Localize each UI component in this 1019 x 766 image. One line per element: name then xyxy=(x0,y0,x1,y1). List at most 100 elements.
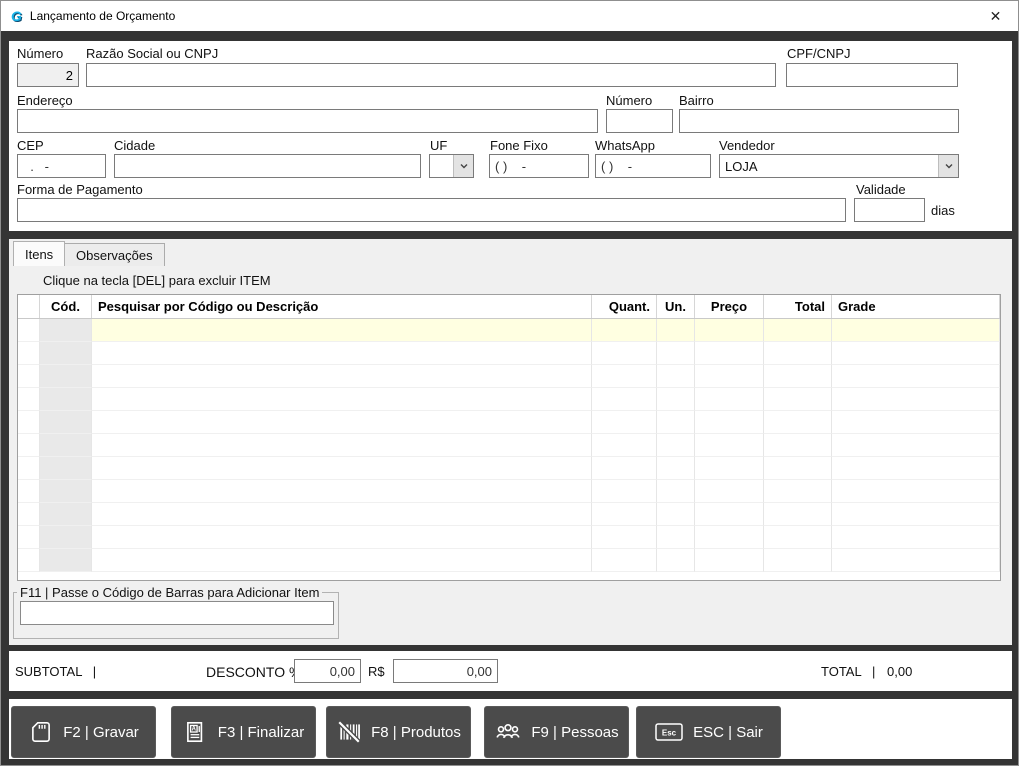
table-row[interactable] xyxy=(18,434,1000,457)
table-cell xyxy=(832,526,1000,549)
gravar-button[interactable]: F2 | Gravar xyxy=(11,706,156,758)
tab-observacoes[interactable]: Observações xyxy=(64,243,165,266)
title-bar: G Lançamento de Orçamento ✕ xyxy=(1,1,1018,31)
table-row[interactable] xyxy=(18,365,1000,388)
table-cell xyxy=(832,411,1000,434)
whatsapp-field[interactable] xyxy=(595,154,711,178)
table-row[interactable] xyxy=(18,526,1000,549)
desconto-percent-field[interactable] xyxy=(294,659,361,683)
table-cell xyxy=(695,526,764,549)
table-cell xyxy=(695,480,764,503)
table-cell xyxy=(657,411,695,434)
items-table[interactable]: Cód. Pesquisar por Código ou Descrição Q… xyxy=(17,294,1001,581)
table-cell xyxy=(92,457,592,480)
chevron-down-icon[interactable] xyxy=(938,155,958,177)
save-icon xyxy=(32,721,51,743)
table-cell xyxy=(592,434,657,457)
row-indicator-cell xyxy=(18,480,40,503)
table-cell xyxy=(657,549,695,572)
table-cell xyxy=(764,549,832,572)
app-logo-icon: G xyxy=(11,8,22,24)
total-value: 0,00 xyxy=(887,664,913,679)
svg-text:Esc: Esc xyxy=(662,729,677,738)
table-cell xyxy=(40,365,92,388)
table-cell xyxy=(764,503,832,526)
vendedor-label: Vendedor xyxy=(719,138,775,153)
uf-select[interactable] xyxy=(429,154,474,178)
pessoas-button[interactable]: F9 | Pessoas xyxy=(484,706,629,758)
table-cell xyxy=(832,549,1000,572)
table-cell xyxy=(764,319,832,342)
tab-itens[interactable]: Itens xyxy=(13,241,66,266)
fone-fixo-field[interactable] xyxy=(489,154,589,178)
row-indicator-cell xyxy=(18,549,40,572)
row-indicator-cell xyxy=(18,365,40,388)
table-cell xyxy=(695,342,764,365)
table-cell xyxy=(40,388,92,411)
table-cell xyxy=(657,503,695,526)
header-quant: Quant. xyxy=(592,295,657,318)
table-row[interactable] xyxy=(18,342,1000,365)
cep-field[interactable] xyxy=(17,154,106,178)
table-cell xyxy=(92,503,592,526)
table-cell xyxy=(657,388,695,411)
actions-panel: F2 | Gravar A F3 | Finalizar F8 | Produt… xyxy=(9,699,1012,759)
table-cell xyxy=(695,411,764,434)
table-cell xyxy=(764,480,832,503)
esc-key-icon: Esc xyxy=(655,723,683,741)
table-cell xyxy=(764,342,832,365)
table-cell xyxy=(92,319,592,342)
table-row[interactable] xyxy=(18,480,1000,503)
order-header-panel: Número Razão Social ou CNPJ CPF/CNPJ End… xyxy=(9,41,1012,231)
table-row[interactable] xyxy=(18,457,1000,480)
table-cell xyxy=(695,319,764,342)
table-row[interactable] xyxy=(18,503,1000,526)
table-cell xyxy=(92,549,592,572)
cpf-cnpj-field[interactable] xyxy=(786,63,958,87)
finalize-document-icon: A xyxy=(186,721,203,743)
chevron-down-icon[interactable] xyxy=(453,155,473,177)
table-cell xyxy=(657,365,695,388)
table-cell xyxy=(764,434,832,457)
items-table-header: Cód. Pesquisar por Código ou Descrição Q… xyxy=(18,295,1000,319)
validade-field[interactable] xyxy=(854,198,925,222)
sair-button[interactable]: Esc ESC | Sair xyxy=(636,706,781,758)
table-cell xyxy=(695,457,764,480)
table-cell xyxy=(695,434,764,457)
fone-fixo-label: Fone Fixo xyxy=(490,138,548,153)
numero-field[interactable] xyxy=(17,63,79,87)
table-cell xyxy=(592,388,657,411)
numero-endereco-field[interactable] xyxy=(606,109,673,133)
bairro-field[interactable] xyxy=(679,109,959,133)
vendedor-value: LOJA xyxy=(725,158,758,174)
table-cell xyxy=(40,411,92,434)
table-row[interactable] xyxy=(18,319,1000,342)
finalizar-button[interactable]: A F3 | Finalizar xyxy=(171,706,316,758)
table-cell xyxy=(764,457,832,480)
table-cell xyxy=(832,480,1000,503)
table-cell xyxy=(592,411,657,434)
bairro-label: Bairro xyxy=(679,93,714,108)
table-row[interactable] xyxy=(18,411,1000,434)
table-cell xyxy=(764,365,832,388)
table-cell xyxy=(764,526,832,549)
desconto-valor-field[interactable] xyxy=(393,659,498,683)
forma-pagamento-field[interactable] xyxy=(17,198,846,222)
validade-label: Validade xyxy=(856,182,906,197)
table-cell xyxy=(592,319,657,342)
close-button[interactable]: ✕ xyxy=(973,1,1018,31)
endereco-field[interactable] xyxy=(17,109,598,133)
row-indicator-cell xyxy=(18,526,40,549)
table-row[interactable] xyxy=(18,549,1000,572)
table-row[interactable] xyxy=(18,388,1000,411)
razao-social-field[interactable] xyxy=(86,63,776,87)
people-icon xyxy=(496,723,520,739)
cidade-field[interactable] xyxy=(114,154,421,178)
produtos-button[interactable]: F8 | Produtos xyxy=(326,706,471,758)
barcode-input[interactable] xyxy=(20,601,334,625)
cidade-label: Cidade xyxy=(114,138,156,153)
vendedor-select[interactable]: LOJA xyxy=(719,154,959,178)
sair-label: ESC | Sair xyxy=(693,723,763,741)
header-row-indicator xyxy=(18,295,40,318)
table-cell xyxy=(695,365,764,388)
